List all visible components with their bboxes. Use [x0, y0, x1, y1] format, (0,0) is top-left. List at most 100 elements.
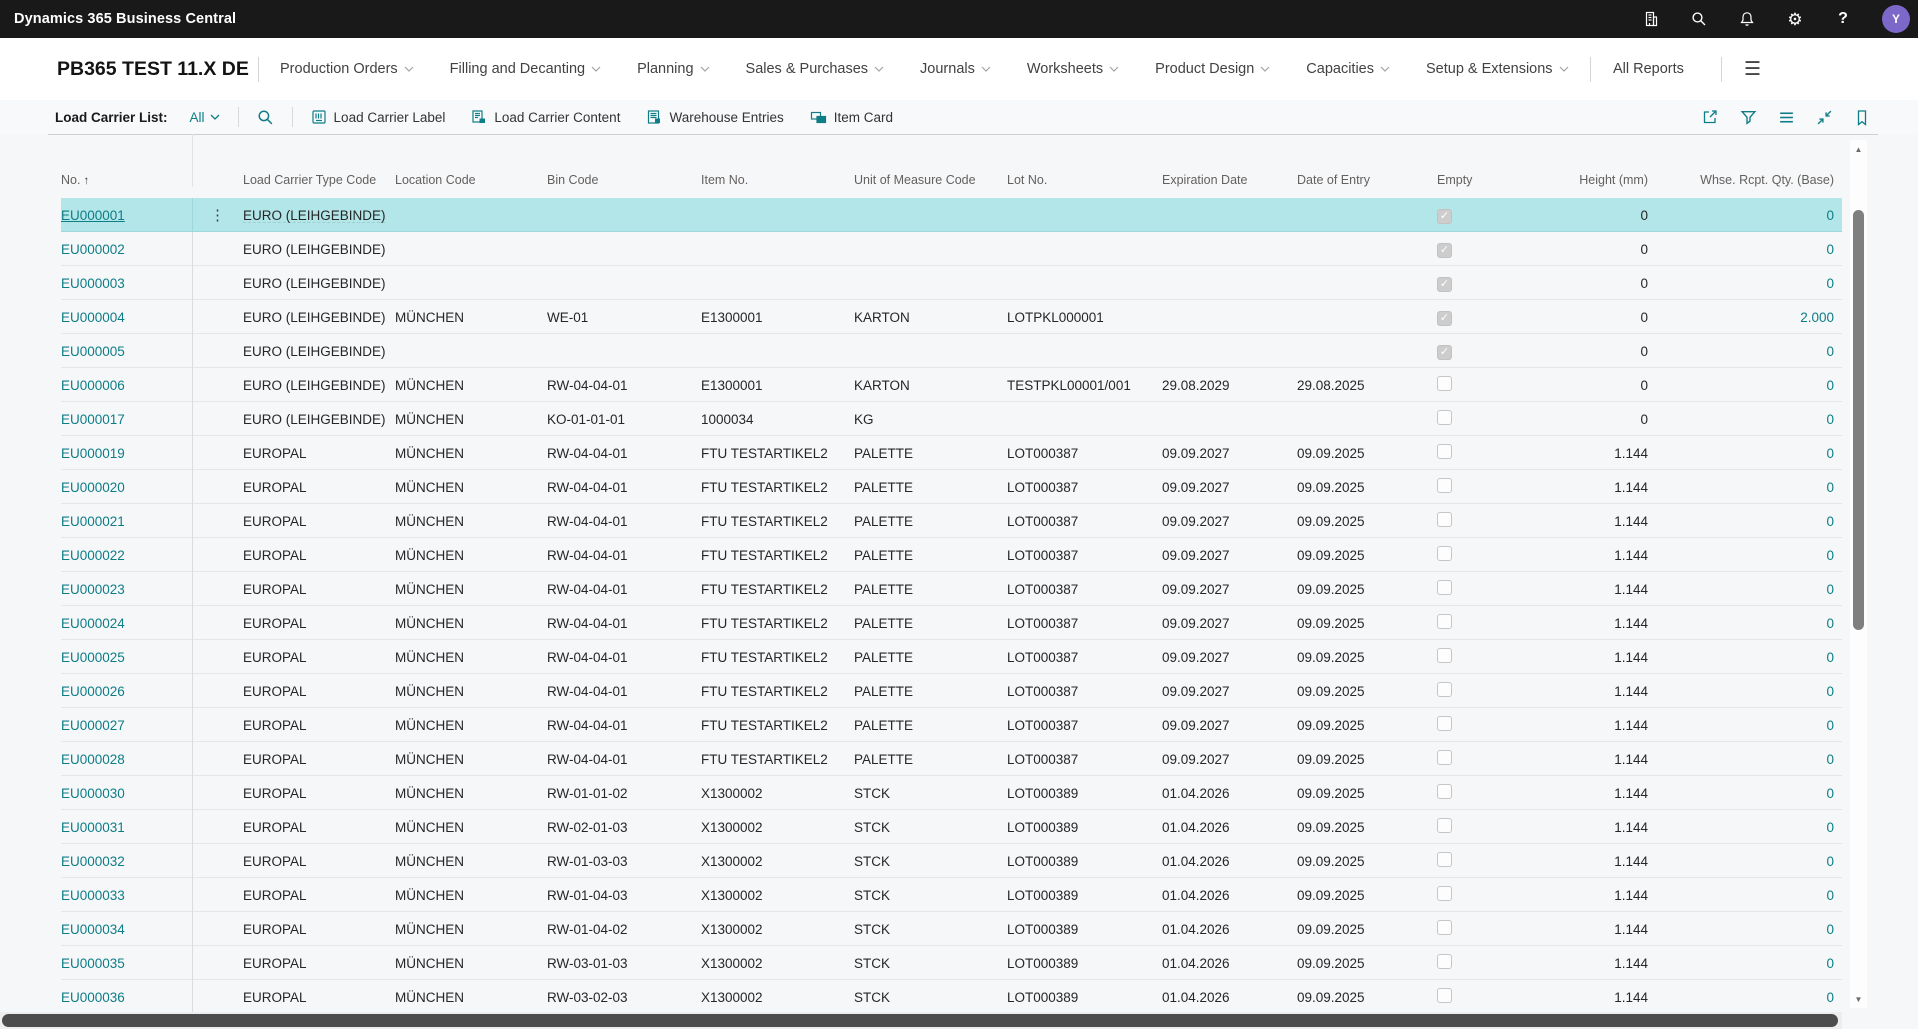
- qty-drilldown-link[interactable]: 0: [1826, 888, 1834, 903]
- empty-checkbox[interactable]: [1437, 410, 1452, 425]
- load-carrier-link[interactable]: EU000021: [61, 514, 125, 529]
- scroll-up-arrow[interactable]: ▲: [1850, 142, 1867, 156]
- qty-drilldown-link[interactable]: 0: [1826, 208, 1834, 223]
- load-carrier-link[interactable]: EU000001: [61, 208, 125, 223]
- column-header-unit-of-measure-code[interactable]: Unit of Measure Code: [854, 173, 1007, 187]
- empty-checkbox[interactable]: [1437, 209, 1452, 224]
- empty-checkbox[interactable]: [1437, 345, 1452, 360]
- column-header-bin-code[interactable]: Bin Code: [547, 173, 701, 187]
- scroll-down-arrow[interactable]: ▼: [1850, 992, 1867, 1006]
- empty-checkbox[interactable]: [1437, 614, 1452, 629]
- empty-checkbox[interactable]: [1437, 277, 1452, 292]
- collapse-icon[interactable]: [1816, 109, 1833, 126]
- empty-checkbox[interactable]: [1437, 716, 1452, 731]
- empty-checkbox[interactable]: [1437, 512, 1452, 527]
- empty-checkbox[interactable]: [1437, 784, 1452, 799]
- empty-checkbox[interactable]: [1437, 920, 1452, 935]
- load-carrier-link[interactable]: EU000028: [61, 752, 125, 767]
- vertical-scroll-thumb[interactable]: [1853, 210, 1864, 630]
- load-carrier-link[interactable]: EU000019: [61, 446, 125, 461]
- qty-drilldown-link[interactable]: 0: [1826, 242, 1834, 257]
- load-carrier-link[interactable]: EU000006: [61, 378, 125, 393]
- nav-item-worksheets[interactable]: Worksheets: [1027, 61, 1119, 77]
- load-carrier-link[interactable]: EU000020: [61, 480, 125, 495]
- load-carrier-link[interactable]: EU000023: [61, 582, 125, 597]
- qty-drilldown-link[interactable]: 0: [1826, 990, 1834, 1005]
- choose-columns-icon[interactable]: [1778, 109, 1795, 126]
- empty-checkbox[interactable]: [1437, 376, 1452, 391]
- qty-drilldown-link[interactable]: 0: [1826, 582, 1834, 597]
- settings-icon[interactable]: ⚙: [1786, 10, 1804, 28]
- nav-item-journals[interactable]: Journals: [920, 61, 991, 77]
- action-load-carrier-content[interactable]: Load Carrier Content: [471, 109, 620, 125]
- empty-checkbox[interactable]: [1437, 311, 1452, 326]
- empty-checkbox[interactable]: [1437, 580, 1452, 595]
- qty-drilldown-link[interactable]: 0: [1826, 684, 1834, 699]
- load-carrier-link[interactable]: EU000022: [61, 548, 125, 563]
- nav-item-planning[interactable]: Planning: [637, 61, 709, 77]
- empty-checkbox[interactable]: [1437, 750, 1452, 765]
- company-icon[interactable]: [1642, 10, 1660, 28]
- qty-drilldown-link[interactable]: 0: [1826, 276, 1834, 291]
- load-carrier-link[interactable]: EU000004: [61, 310, 125, 325]
- qty-drilldown-link[interactable]: 0: [1826, 344, 1834, 359]
- load-carrier-link[interactable]: EU000032: [61, 854, 125, 869]
- qty-drilldown-link[interactable]: 0: [1826, 378, 1834, 393]
- empty-checkbox[interactable]: [1437, 988, 1452, 1003]
- qty-drilldown-link[interactable]: 0: [1826, 548, 1834, 563]
- empty-checkbox[interactable]: [1437, 546, 1452, 561]
- horizontal-scroll-thumb[interactable]: [2, 1014, 1838, 1027]
- column-header-empty[interactable]: Empty: [1437, 173, 1537, 187]
- qty-drilldown-link[interactable]: 0: [1826, 514, 1834, 529]
- help-icon[interactable]: ?: [1834, 10, 1852, 28]
- load-carrier-link[interactable]: EU000030: [61, 786, 125, 801]
- column-header-lot-no[interactable]: Lot No.: [1007, 173, 1162, 187]
- qty-drilldown-link[interactable]: 0: [1826, 616, 1834, 631]
- load-carrier-link[interactable]: EU000002: [61, 242, 125, 257]
- load-carrier-link[interactable]: EU000005: [61, 344, 125, 359]
- qty-drilldown-link[interactable]: 0: [1826, 446, 1834, 461]
- hamburger-icon[interactable]: ☰: [1744, 38, 1761, 100]
- load-carrier-link[interactable]: EU000024: [61, 616, 125, 631]
- column-header-load-carrier-type-code[interactable]: Load Carrier Type Code: [243, 173, 395, 187]
- column-header-whse-rcpt-qty-base[interactable]: Whse. Rcpt. Qty. (Base): [1652, 173, 1842, 187]
- empty-checkbox[interactable]: [1437, 954, 1452, 969]
- qty-drilldown-link[interactable]: 0: [1826, 650, 1834, 665]
- empty-checkbox[interactable]: [1437, 444, 1452, 459]
- qty-drilldown-link[interactable]: 0: [1826, 786, 1834, 801]
- qty-drilldown-link[interactable]: 0: [1826, 412, 1834, 427]
- load-carrier-link[interactable]: EU000026: [61, 684, 125, 699]
- load-carrier-link[interactable]: EU000034: [61, 922, 125, 937]
- view-filter-dropdown[interactable]: All: [190, 110, 220, 125]
- empty-checkbox[interactable]: [1437, 886, 1452, 901]
- user-avatar[interactable]: Y: [1882, 5, 1910, 33]
- company-name[interactable]: PB365 TEST 11.X DE: [57, 38, 249, 100]
- load-carrier-link[interactable]: EU000025: [61, 650, 125, 665]
- load-carrier-link[interactable]: EU000033: [61, 888, 125, 903]
- vertical-scrollbar[interactable]: ▲ ▼: [1850, 140, 1867, 1008]
- empty-checkbox[interactable]: [1437, 852, 1452, 867]
- bookmark-icon[interactable]: [1854, 109, 1870, 126]
- qty-drilldown-link[interactable]: 0: [1826, 956, 1834, 971]
- qty-drilldown-link[interactable]: 0: [1826, 820, 1834, 835]
- load-carrier-link[interactable]: EU000003: [61, 276, 125, 291]
- nav-item-all-reports[interactable]: All Reports: [1613, 38, 1684, 100]
- column-header-height-mm[interactable]: Height (mm): [1537, 173, 1652, 187]
- action-warehouse-entries[interactable]: Warehouse Entries: [646, 109, 783, 125]
- empty-checkbox[interactable]: [1437, 478, 1452, 493]
- qty-drilldown-link[interactable]: 0: [1826, 854, 1834, 869]
- search-icon[interactable]: [1690, 10, 1708, 28]
- column-header-location-code[interactable]: Location Code: [395, 173, 547, 187]
- column-header-no[interactable]: No.↑: [61, 134, 193, 187]
- nav-item-product-design[interactable]: Product Design: [1155, 61, 1270, 77]
- action-item-card[interactable]: Item Card: [810, 109, 893, 125]
- load-carrier-link[interactable]: EU000017: [61, 412, 125, 427]
- nav-item-capacities[interactable]: Capacities: [1306, 61, 1390, 77]
- load-carrier-link[interactable]: EU000027: [61, 718, 125, 733]
- qty-drilldown-link[interactable]: 0: [1826, 752, 1834, 767]
- qty-drilldown-link[interactable]: 2.000: [1800, 310, 1834, 325]
- notifications-icon[interactable]: [1738, 10, 1756, 28]
- horizontal-scrollbar[interactable]: [0, 1012, 1842, 1029]
- nav-item-setup-extensions[interactable]: Setup & Extensions: [1426, 61, 1569, 77]
- qty-drilldown-link[interactable]: 0: [1826, 922, 1834, 937]
